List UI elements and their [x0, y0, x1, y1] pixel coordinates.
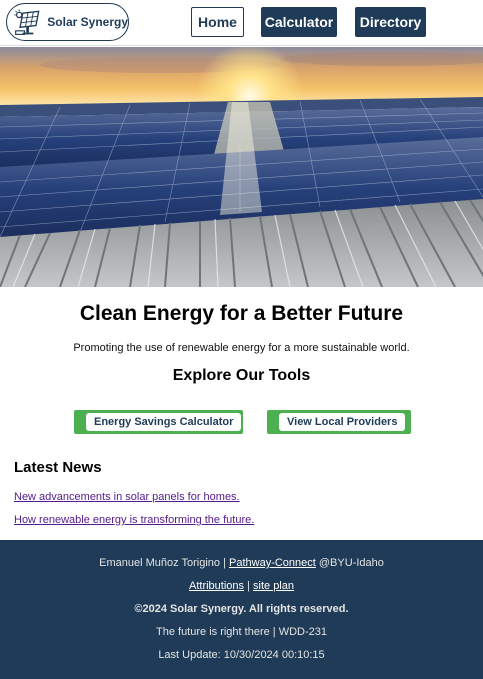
footer-separator: | — [244, 580, 254, 592]
nav-calculator-button[interactable]: Calculator — [261, 7, 337, 37]
news-link[interactable]: How renewable energy is transforming the… — [14, 514, 254, 526]
page-title: Clean Energy for a Better Future — [79, 302, 404, 325]
tools-heading: Explore Our Tools — [172, 367, 311, 384]
attributions-link[interactable]: Attributions — [189, 580, 244, 592]
hero-image — [0, 47, 483, 287]
footer-last-update: Last Update: 10/30/2024 00:10:15 — [158, 649, 325, 661]
solar-panel-icon — [14, 9, 40, 35]
news-link[interactable]: New advancements in solar panels for hom… — [14, 491, 240, 503]
footer-author: Emanuel Muñoz Torigino — [99, 557, 221, 569]
footer-tagline: The future is right there | WDD-231 — [156, 626, 327, 638]
footer-credits: Emanuel Muñoz Torigino | Pathway-Connect… — [0, 557, 483, 569]
footer-separator: | — [220, 557, 229, 569]
news-heading: Latest News — [14, 459, 102, 476]
site-plan-link[interactable]: site plan — [253, 580, 294, 592]
energy-savings-calculator-label: Energy Savings Calculator — [86, 413, 242, 431]
pathway-connect-link[interactable]: Pathway-Connect — [229, 557, 316, 569]
footer-links: Attributions | site plan — [0, 580, 483, 592]
footer-copyright: ©2024 Solar Synergy. All rights reserved… — [134, 603, 349, 615]
logo-text: Solar Synergy — [47, 15, 128, 29]
nav-directory-button[interactable]: Directory — [355, 7, 426, 37]
site-header: Solar Synergy Home Calculator Directory — [0, 0, 483, 46]
footer-school: @BYU-Idaho — [315, 557, 384, 569]
logo[interactable]: Solar Synergy — [6, 3, 129, 41]
energy-savings-calculator-button[interactable]: Energy Savings Calculator — [74, 410, 243, 434]
site-footer: Emanuel Muñoz Torigino | Pathway-Connect… — [0, 540, 483, 679]
view-local-providers-label: View Local Providers — [279, 413, 406, 431]
nav-home-button[interactable]: Home — [191, 7, 244, 37]
view-local-providers-button[interactable]: View Local Providers — [267, 410, 411, 434]
page-subtitle: Promoting the use of renewable energy fo… — [73, 342, 410, 354]
